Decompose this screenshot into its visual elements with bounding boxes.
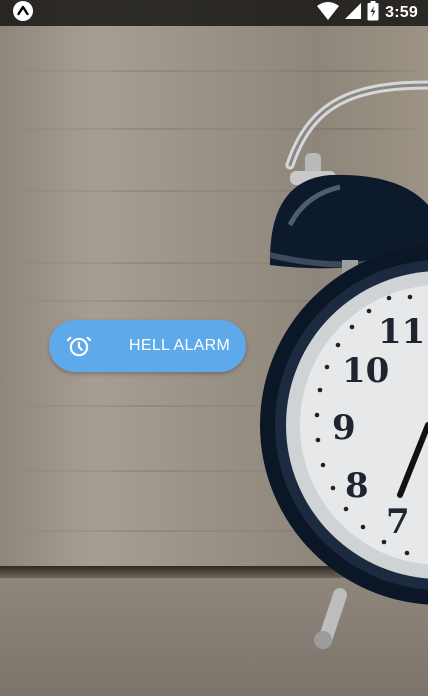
alarm-clock-image: 11 10 9 8 7 [260, 80, 428, 649]
hell-alarm-button[interactable]: HELL ALARM [49, 320, 246, 372]
alarm-clock-icon [66, 333, 92, 359]
hell-alarm-label: HELL ALARM [129, 337, 231, 354]
svg-text:7: 7 [386, 502, 410, 542]
svg-text:10: 10 [342, 351, 389, 391]
arrow-up-notification-icon [12, 0, 34, 27]
cell-signal-icon [345, 2, 362, 24]
svg-text:9: 9 [332, 408, 356, 448]
status-bar: 3:59 [0, 0, 428, 26]
battery-charging-icon [367, 0, 379, 26]
wifi-icon [317, 1, 340, 25]
svg-text:11: 11 [378, 312, 425, 352]
status-time: 3:59 [385, 4, 418, 21]
svg-text:8: 8 [345, 466, 369, 506]
